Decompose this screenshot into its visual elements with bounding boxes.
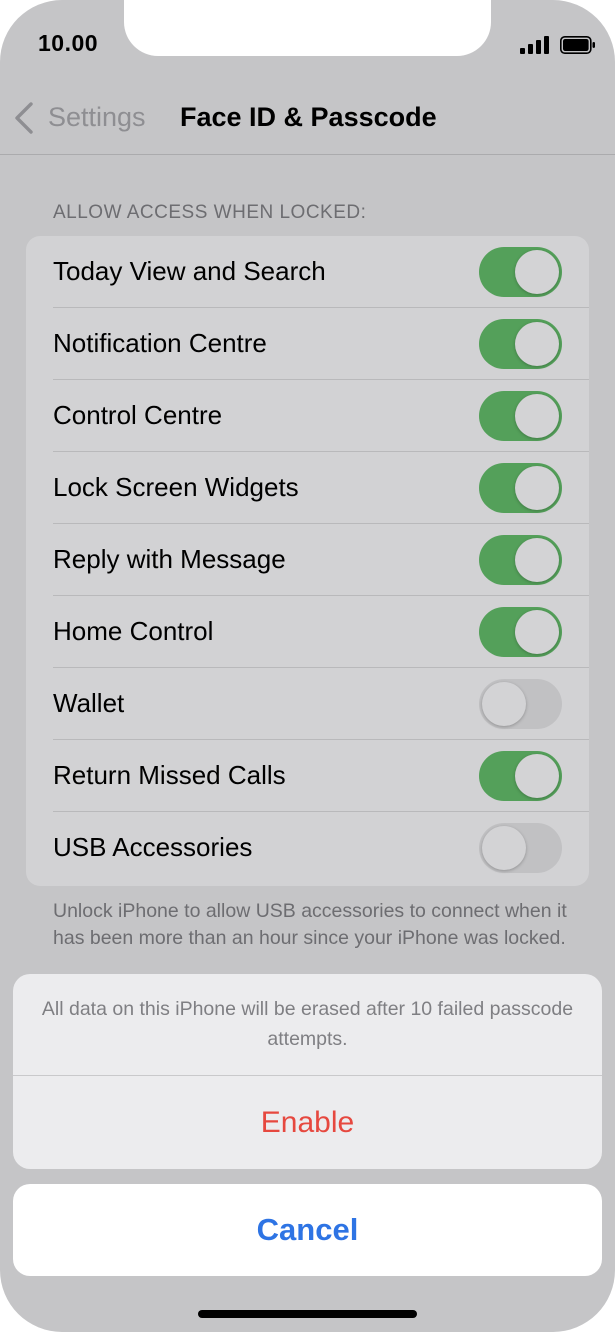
toggle-knob (482, 682, 526, 726)
toggle-knob (515, 466, 559, 510)
back-chevron-icon[interactable] (12, 101, 36, 135)
toggle-knob (482, 826, 526, 870)
toggle-knob (515, 538, 559, 582)
settings-group: Today View and Search Notification Centr… (26, 236, 589, 886)
toggle-switch[interactable] (479, 535, 562, 585)
row-label: Lock Screen Widgets (53, 472, 299, 502)
enable-button[interactable]: Enable (13, 1076, 602, 1169)
battery-icon (560, 36, 595, 54)
toggle-knob (515, 754, 559, 798)
toggle-switch[interactable] (479, 463, 562, 513)
status-time: 10.00 (38, 30, 99, 56)
settings-row: Control Centre (26, 380, 589, 452)
toggle-knob (515, 250, 559, 294)
row-label: Control Centre (53, 400, 223, 430)
toggle-switch[interactable] (479, 607, 562, 657)
toggle-switch[interactable] (479, 319, 562, 369)
settings-row: Today View and Search (26, 236, 589, 308)
toggle-switch[interactable] (479, 679, 562, 729)
row-label: Wallet (53, 688, 125, 718)
row-label: Today View and Search (53, 256, 326, 286)
back-button[interactable]: Settings (48, 102, 146, 133)
settings-row: Return Missed Calls (26, 740, 589, 812)
toggle-knob (515, 394, 559, 438)
action-sheet-message: All data on this iPhone will be erased a… (41, 998, 574, 1050)
row-label: Notification Centre (53, 328, 267, 358)
toggle-switch[interactable] (479, 823, 562, 873)
action-sheet: All data on this iPhone will be erased a… (13, 974, 602, 1169)
row-label: USB Accessories (53, 832, 253, 862)
toggle-switch[interactable] (479, 391, 562, 441)
row-label: Return Missed Calls (53, 760, 286, 790)
row-label: Home Control (53, 616, 214, 646)
settings-row: Reply with Message (26, 524, 589, 596)
settings-row: Wallet (26, 668, 589, 740)
row-label: Reply with Message (53, 544, 286, 574)
cellular-signal-icon (520, 36, 549, 54)
settings-row: Home Control (26, 596, 589, 668)
toggle-knob (515, 610, 559, 654)
toggle-switch[interactable] (479, 751, 562, 801)
phone-screen: 10.00 Settings Face ID & Passcode ALLOW … (0, 0, 615, 1332)
section-footnote: Unlock iPhone to allow USB accessories t… (53, 900, 567, 949)
cancel-button[interactable]: Cancel (13, 1184, 602, 1276)
settings-row: USB Accessories (26, 812, 589, 884)
settings-row: Lock Screen Widgets (26, 452, 589, 524)
notch (124, 0, 491, 56)
home-indicator[interactable] (198, 1310, 417, 1318)
toggle-switch[interactable] (479, 247, 562, 297)
page-title: Face ID & Passcode (180, 102, 437, 132)
navigation-bar: Settings Face ID & Passcode (0, 88, 615, 155)
settings-row: Notification Centre (26, 308, 589, 380)
toggle-knob (515, 322, 559, 366)
section-header: ALLOW ACCESS WHEN LOCKED: (53, 202, 367, 223)
